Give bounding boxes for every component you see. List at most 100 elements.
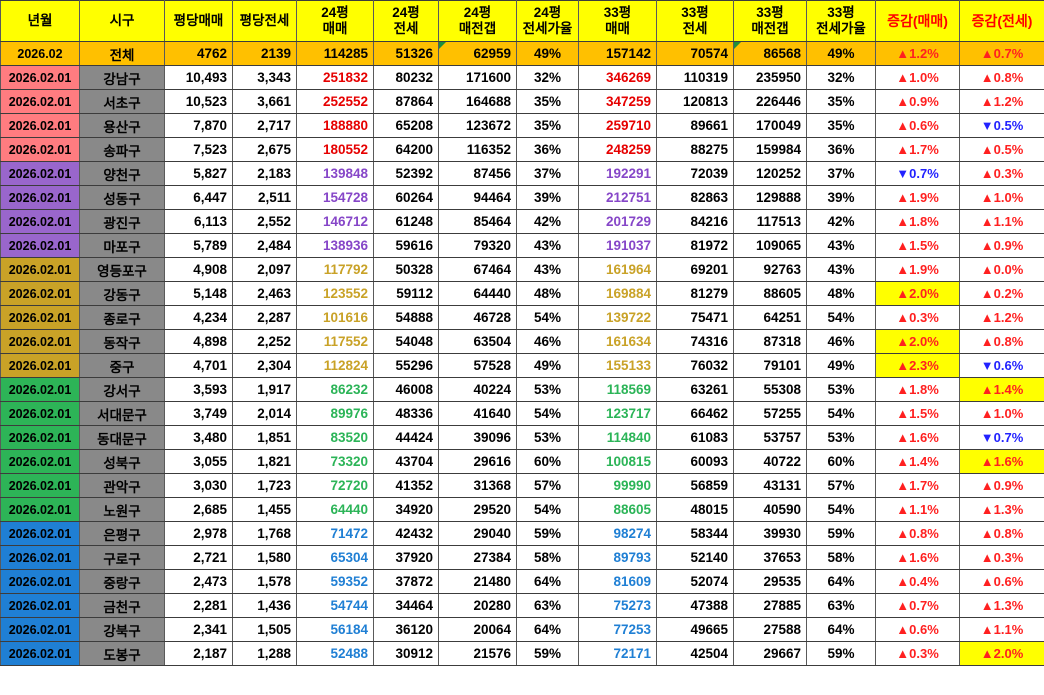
py-sale-cell[interactable]: 2,473 <box>164 569 233 594</box>
district-cell[interactable]: 관악구 <box>79 473 165 498</box>
py-sale-cell[interactable]: 10,523 <box>164 89 233 114</box>
py-jeonse-cell[interactable]: 2139 <box>232 41 297 66</box>
chg-sale-cell[interactable]: ▲1.5% <box>875 233 960 258</box>
p24-gap-cell[interactable]: 87456 <box>438 161 517 186</box>
p24-ratio-cell[interactable]: 59% <box>516 641 579 666</box>
date-cell[interactable]: 2026.02.01 <box>0 185 80 210</box>
p24-ratio-cell[interactable]: 39% <box>516 185 579 210</box>
p33-jeonse-cell[interactable]: 47388 <box>656 593 734 618</box>
p24-sale-cell[interactable]: 117552 <box>296 329 374 354</box>
p33-ratio-cell[interactable]: 59% <box>806 521 876 546</box>
p33-gap-cell[interactable]: 55308 <box>733 377 807 402</box>
p24-ratio-cell[interactable]: 46% <box>516 329 579 354</box>
py-jeonse-cell[interactable]: 2,014 <box>232 401 297 426</box>
chg-jeonse-cell[interactable]: ▲1.3% <box>959 497 1044 522</box>
p33-ratio-cell[interactable]: 64% <box>806 569 876 594</box>
chg-jeonse-cell[interactable]: ▲0.5% <box>959 137 1044 162</box>
py-jeonse-cell[interactable]: 2,511 <box>232 185 297 210</box>
p33-sale-cell[interactable]: 161634 <box>578 329 657 354</box>
header-district[interactable]: 시구 <box>79 0 165 42</box>
chg-jeonse-cell[interactable]: ▼0.7% <box>959 425 1044 450</box>
p24-jeonse-cell[interactable]: 60264 <box>373 185 439 210</box>
date-cell[interactable]: 2026.02.01 <box>0 521 80 546</box>
p33-gap-cell[interactable]: 120252 <box>733 161 807 186</box>
p24-ratio-cell[interactable]: 64% <box>516 569 579 594</box>
district-cell[interactable]: 중랑구 <box>79 569 165 594</box>
p24-gap-cell[interactable]: 67464 <box>438 257 517 282</box>
p33-ratio-cell[interactable]: 60% <box>806 449 876 474</box>
chg-jeonse-cell[interactable]: ▲0.9% <box>959 233 1044 258</box>
p24-jeonse-cell[interactable]: 80232 <box>373 65 439 90</box>
p33-sale-cell[interactable]: 248259 <box>578 137 657 162</box>
p24-jeonse-cell[interactable]: 44424 <box>373 425 439 450</box>
district-cell[interactable]: 서초구 <box>79 89 165 114</box>
chg-sale-cell[interactable]: ▲1.6% <box>875 545 960 570</box>
p33-jeonse-cell[interactable]: 49665 <box>656 617 734 642</box>
chg-jeonse-cell[interactable]: ▲0.0% <box>959 257 1044 282</box>
chg-sale-cell[interactable]: ▲1.9% <box>875 185 960 210</box>
district-cell[interactable]: 금천구 <box>79 593 165 618</box>
p33-ratio-cell[interactable]: 54% <box>806 305 876 330</box>
p24-gap-cell[interactable]: 64440 <box>438 281 517 306</box>
py-jeonse-cell[interactable]: 1,288 <box>232 641 297 666</box>
chg-jeonse-cell[interactable]: ▼0.6% <box>959 353 1044 378</box>
chg-jeonse-cell[interactable]: ▲0.7% <box>959 41 1044 66</box>
district-cell[interactable]: 노원구 <box>79 497 165 522</box>
p33-sale-cell[interactable]: 155133 <box>578 353 657 378</box>
p24-ratio-cell[interactable]: 53% <box>516 425 579 450</box>
header-33py-gap[interactable]: 33평 매전갭 <box>733 0 807 42</box>
p33-gap-cell[interactable]: 159984 <box>733 137 807 162</box>
chg-sale-cell[interactable]: ▲0.6% <box>875 617 960 642</box>
p24-gap-cell[interactable]: 62959 <box>438 41 517 66</box>
date-cell[interactable]: 2026.02.01 <box>0 617 80 642</box>
p33-sale-cell[interactable]: 191037 <box>578 233 657 258</box>
date-cell[interactable]: 2026.02.01 <box>0 449 80 474</box>
p33-jeonse-cell[interactable]: 75471 <box>656 305 734 330</box>
py-sale-cell[interactable]: 4,898 <box>164 329 233 354</box>
p24-sale-cell[interactable]: 123552 <box>296 281 374 306</box>
chg-sale-cell[interactable]: ▲1.7% <box>875 473 960 498</box>
p33-gap-cell[interactable]: 27885 <box>733 593 807 618</box>
py-jeonse-cell[interactable]: 2,675 <box>232 137 297 162</box>
py-sale-cell[interactable]: 7,523 <box>164 137 233 162</box>
p24-sale-cell[interactable]: 59352 <box>296 569 374 594</box>
date-cell[interactable]: 2026.02.01 <box>0 593 80 618</box>
header-33py-jeonse[interactable]: 33평 전세 <box>656 0 734 42</box>
p24-gap-cell[interactable]: 79320 <box>438 233 517 258</box>
p24-ratio-cell[interactable]: 54% <box>516 497 579 522</box>
p24-jeonse-cell[interactable]: 36120 <box>373 617 439 642</box>
py-jeonse-cell[interactable]: 1,580 <box>232 545 297 570</box>
py-sale-cell[interactable]: 2,341 <box>164 617 233 642</box>
chg-sale-cell[interactable]: ▲2.3% <box>875 353 960 378</box>
district-cell[interactable]: 양천구 <box>79 161 165 186</box>
py-sale-cell[interactable]: 4762 <box>164 41 233 66</box>
py-sale-cell[interactable]: 3,749 <box>164 401 233 426</box>
p24-jeonse-cell[interactable]: 54888 <box>373 305 439 330</box>
p33-ratio-cell[interactable]: 53% <box>806 425 876 450</box>
district-cell[interactable]: 마포구 <box>79 233 165 258</box>
chg-jeonse-cell[interactable]: ▲1.6% <box>959 449 1044 474</box>
p24-ratio-cell[interactable]: 36% <box>516 137 579 162</box>
date-cell[interactable]: 2026.02.01 <box>0 473 80 498</box>
date-cell[interactable]: 2026.02.01 <box>0 89 80 114</box>
p33-sale-cell[interactable]: 89793 <box>578 545 657 570</box>
p24-gap-cell[interactable]: 40224 <box>438 377 517 402</box>
p33-gap-cell[interactable]: 129888 <box>733 185 807 210</box>
p33-jeonse-cell[interactable]: 42504 <box>656 641 734 666</box>
p33-ratio-cell[interactable]: 43% <box>806 257 876 282</box>
p24-ratio-cell[interactable]: 35% <box>516 113 579 138</box>
date-cell[interactable]: 2026.02.01 <box>0 401 80 426</box>
py-jeonse-cell[interactable]: 2,463 <box>232 281 297 306</box>
p24-gap-cell[interactable]: 21480 <box>438 569 517 594</box>
p24-sale-cell[interactable]: 72720 <box>296 473 374 498</box>
p33-sale-cell[interactable]: 157142 <box>578 41 657 66</box>
p24-sale-cell[interactable]: 89976 <box>296 401 374 426</box>
p24-ratio-cell[interactable]: 64% <box>516 617 579 642</box>
chg-jeonse-cell[interactable]: ▲0.2% <box>959 281 1044 306</box>
p24-sale-cell[interactable]: 112824 <box>296 353 374 378</box>
district-cell[interactable]: 동대문구 <box>79 425 165 450</box>
p24-sale-cell[interactable]: 138936 <box>296 233 374 258</box>
p33-ratio-cell[interactable]: 46% <box>806 329 876 354</box>
p24-jeonse-cell[interactable]: 34464 <box>373 593 439 618</box>
py-jeonse-cell[interactable]: 2,484 <box>232 233 297 258</box>
